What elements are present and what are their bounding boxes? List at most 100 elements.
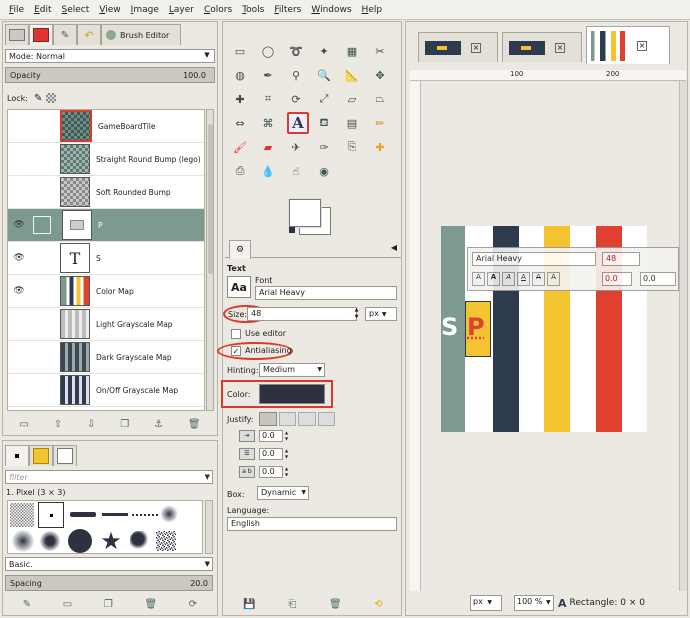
font-preview-button[interactable]: Aa bbox=[227, 276, 251, 298]
tab-brushes[interactable] bbox=[5, 445, 29, 466]
layer-row[interactable]: 👁 T S bbox=[8, 242, 204, 275]
layer-row[interactable]: Soft Rounded Bump bbox=[8, 176, 204, 209]
crop-icon[interactable]: ⌗ bbox=[259, 90, 277, 108]
smudge-icon[interactable]: ☝ bbox=[287, 162, 305, 180]
bold-icon[interactable]: A bbox=[487, 272, 500, 286]
eye-icon[interactable]: 👁 bbox=[8, 286, 30, 296]
chain-toggle[interactable] bbox=[30, 381, 52, 399]
paintbrush-icon[interactable]: 🖌 bbox=[231, 138, 249, 156]
blur-icon[interactable]: 💧 bbox=[259, 162, 277, 180]
foreground-select-icon[interactable]: ◍ bbox=[231, 66, 249, 84]
flip-icon[interactable]: ⇔ bbox=[231, 114, 249, 132]
size-input[interactable]: 48 bbox=[247, 307, 357, 321]
brush-swatch[interactable] bbox=[40, 531, 60, 551]
font-size-icon[interactable]: A bbox=[547, 272, 560, 286]
layer-row[interactable]: Dark Grayscale Map bbox=[8, 341, 204, 374]
language-input[interactable]: English bbox=[227, 517, 397, 531]
menu-layer[interactable]: Layer bbox=[169, 5, 194, 15]
layer-row[interactable]: On/Off Grayscale Map bbox=[8, 374, 204, 407]
tab-gradients[interactable] bbox=[53, 445, 77, 466]
eye-icon[interactable]: 👁 bbox=[8, 253, 30, 263]
unit-select[interactable]: px ▼ bbox=[470, 595, 502, 611]
text-color-button[interactable] bbox=[259, 384, 325, 404]
dodge-burn-icon[interactable]: ◉ bbox=[315, 162, 333, 180]
justify-fill-icon[interactable] bbox=[317, 412, 335, 426]
brush-swatch[interactable] bbox=[70, 512, 96, 517]
scale-icon[interactable]: ⤢ bbox=[315, 90, 333, 108]
image-tab-active[interactable]: × bbox=[586, 26, 670, 64]
zoom-select[interactable]: 100 % ▼ bbox=[514, 595, 554, 611]
chain-toggle[interactable] bbox=[30, 117, 52, 135]
ink-icon[interactable]: ✑ bbox=[315, 138, 333, 156]
perspective-clone-icon[interactable]: ⎙ bbox=[231, 162, 249, 180]
overlay-kerning-input[interactable]: 0.0 bbox=[640, 272, 676, 286]
ellipse-select-icon[interactable]: ◯ bbox=[259, 42, 277, 60]
indent-input[interactable]: 0.0 bbox=[259, 430, 283, 442]
menu-filters[interactable]: Filters bbox=[274, 5, 301, 15]
blend-icon[interactable]: ▤ bbox=[343, 114, 361, 132]
brush-swatch[interactable] bbox=[68, 529, 92, 553]
close-icon[interactable]: × bbox=[637, 40, 647, 51]
opacity-slider[interactable]: Opacity 100.0 bbox=[5, 67, 215, 83]
close-icon[interactable]: × bbox=[471, 42, 481, 53]
chain-toggle[interactable] bbox=[30, 249, 52, 267]
layer-list-scrollbar[interactable] bbox=[206, 109, 214, 411]
chain-toggle[interactable] bbox=[30, 150, 52, 168]
pencil-icon[interactable]: ✏ bbox=[371, 114, 389, 132]
layer-row-selected[interactable]: 👁 P bbox=[8, 209, 204, 242]
shear-icon[interactable]: ▱ bbox=[343, 90, 361, 108]
letter-spacing-input[interactable]: 0.0 bbox=[259, 466, 283, 478]
menu-windows[interactable]: Windows bbox=[311, 5, 351, 15]
canvas-vertical-scrollbar[interactable] bbox=[679, 81, 687, 591]
free-select-icon[interactable]: ➰ bbox=[287, 42, 305, 60]
eraser-icon[interactable]: ▰ bbox=[259, 138, 277, 156]
foreground-color-swatch[interactable] bbox=[289, 199, 321, 227]
brush-swatch[interactable] bbox=[160, 505, 178, 523]
fuzzy-select-icon[interactable]: ✦ bbox=[315, 42, 333, 60]
font-input[interactable]: Arial Heavy bbox=[255, 286, 397, 300]
configure-tab-icon[interactable]: ◀ bbox=[391, 243, 397, 252]
image-tab[interactable]: × bbox=[418, 32, 498, 62]
mode-select[interactable]: Mode: Normal ▼ bbox=[5, 49, 215, 63]
lock-pixels-icon[interactable]: ✎ bbox=[34, 93, 42, 104]
delete-brush-icon[interactable]: 🗑 bbox=[144, 599, 157, 610]
italic-icon[interactable]: A bbox=[502, 272, 515, 286]
tab-layers[interactable] bbox=[5, 24, 29, 45]
brush-swatch[interactable] bbox=[156, 531, 176, 551]
layer-row[interactable]: Light Grayscale Map bbox=[8, 308, 204, 341]
measure-icon[interactable]: 📐 bbox=[343, 66, 361, 84]
menu-tools[interactable]: Tools bbox=[242, 5, 264, 15]
chain-toggle[interactable] bbox=[30, 282, 52, 300]
raise-layer-icon[interactable]: ⇧ bbox=[54, 419, 62, 430]
color-select-icon[interactable]: ▦ bbox=[343, 42, 361, 60]
chain-toggle[interactable] bbox=[30, 315, 52, 333]
refresh-brushes-icon[interactable]: ⟳ bbox=[189, 599, 197, 610]
cage-icon[interactable]: ⌘ bbox=[259, 114, 277, 132]
tab-paths[interactable]: ✎ bbox=[53, 24, 77, 45]
chain-toggle[interactable] bbox=[30, 348, 52, 366]
clone-icon[interactable]: ⎘ bbox=[343, 138, 361, 156]
lower-layer-icon[interactable]: ⇩ bbox=[87, 419, 95, 430]
scrollbar-thumb[interactable] bbox=[208, 124, 213, 274]
delete-layer-icon[interactable]: 🗑 bbox=[188, 419, 201, 430]
box-select[interactable]: Dynamic ▼ bbox=[257, 486, 309, 500]
star-brush-icon[interactable]: ★ bbox=[98, 528, 124, 554]
menu-edit[interactable]: Edit bbox=[34, 5, 51, 15]
color-picker-icon[interactable]: ⚲ bbox=[287, 66, 305, 84]
bucket-fill-icon[interactable]: ⛾ bbox=[315, 114, 333, 132]
antialiasing-checkbox[interactable]: ✓ bbox=[231, 346, 241, 356]
edit-brush-icon[interactable]: ✎ bbox=[23, 599, 31, 610]
horizontal-ruler[interactable]: 100 200 bbox=[410, 70, 686, 81]
save-options-icon[interactable]: 💾 bbox=[243, 599, 255, 610]
line-spacing-spin-icon[interactable]: ▲ ▼ bbox=[285, 448, 291, 460]
align-icon[interactable]: ✚ bbox=[231, 90, 249, 108]
tab-brush-editor[interactable]: Brush Editor bbox=[101, 24, 181, 45]
text-tool-icon[interactable]: A bbox=[287, 112, 309, 134]
image-tab[interactable]: × bbox=[502, 32, 582, 62]
lock-alpha-icon[interactable] bbox=[46, 93, 57, 103]
duplicate-brush-icon[interactable]: ❐ bbox=[104, 599, 113, 610]
scissors-icon[interactable]: ✂ bbox=[371, 42, 389, 60]
chain-toggle[interactable] bbox=[30, 183, 52, 201]
brush-grid-scrollbar[interactable] bbox=[205, 500, 213, 554]
letter-spacing-spin-icon[interactable]: ▲ ▼ bbox=[285, 466, 291, 478]
